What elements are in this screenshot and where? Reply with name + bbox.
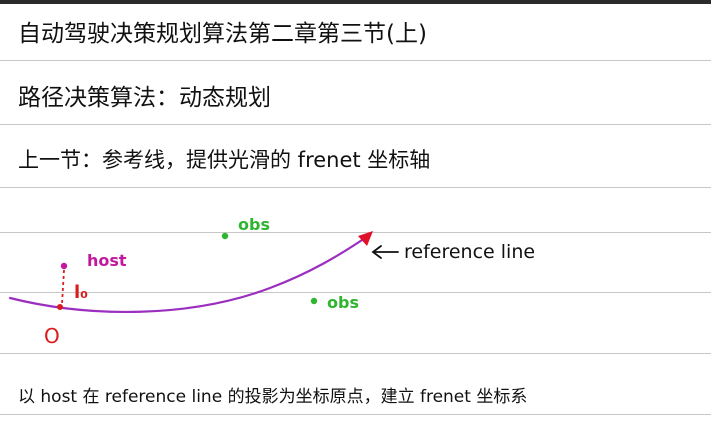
reference-line-arrowhead	[358, 231, 373, 246]
origin-label: O	[44, 324, 60, 348]
l0-offset-line	[61, 269, 65, 305]
l0-label: l₀	[74, 282, 88, 303]
note-conclusion: 以 host 在 reference line 的投影为坐标原点，建立 fren…	[18, 387, 528, 407]
reference-line-label: reference line	[404, 241, 535, 263]
reference-line-pointer	[371, 245, 399, 259]
obstacle-label: obs	[327, 293, 359, 312]
host-point	[60, 262, 68, 270]
origin-point	[57, 304, 63, 310]
host-label: host	[87, 251, 127, 270]
obstacle-label: obs	[238, 215, 270, 234]
obstacle-point	[221, 232, 229, 240]
obstacle-point	[310, 297, 318, 305]
frenet-sketch: reference line obs obs host l₀ O	[8, 215, 535, 348]
